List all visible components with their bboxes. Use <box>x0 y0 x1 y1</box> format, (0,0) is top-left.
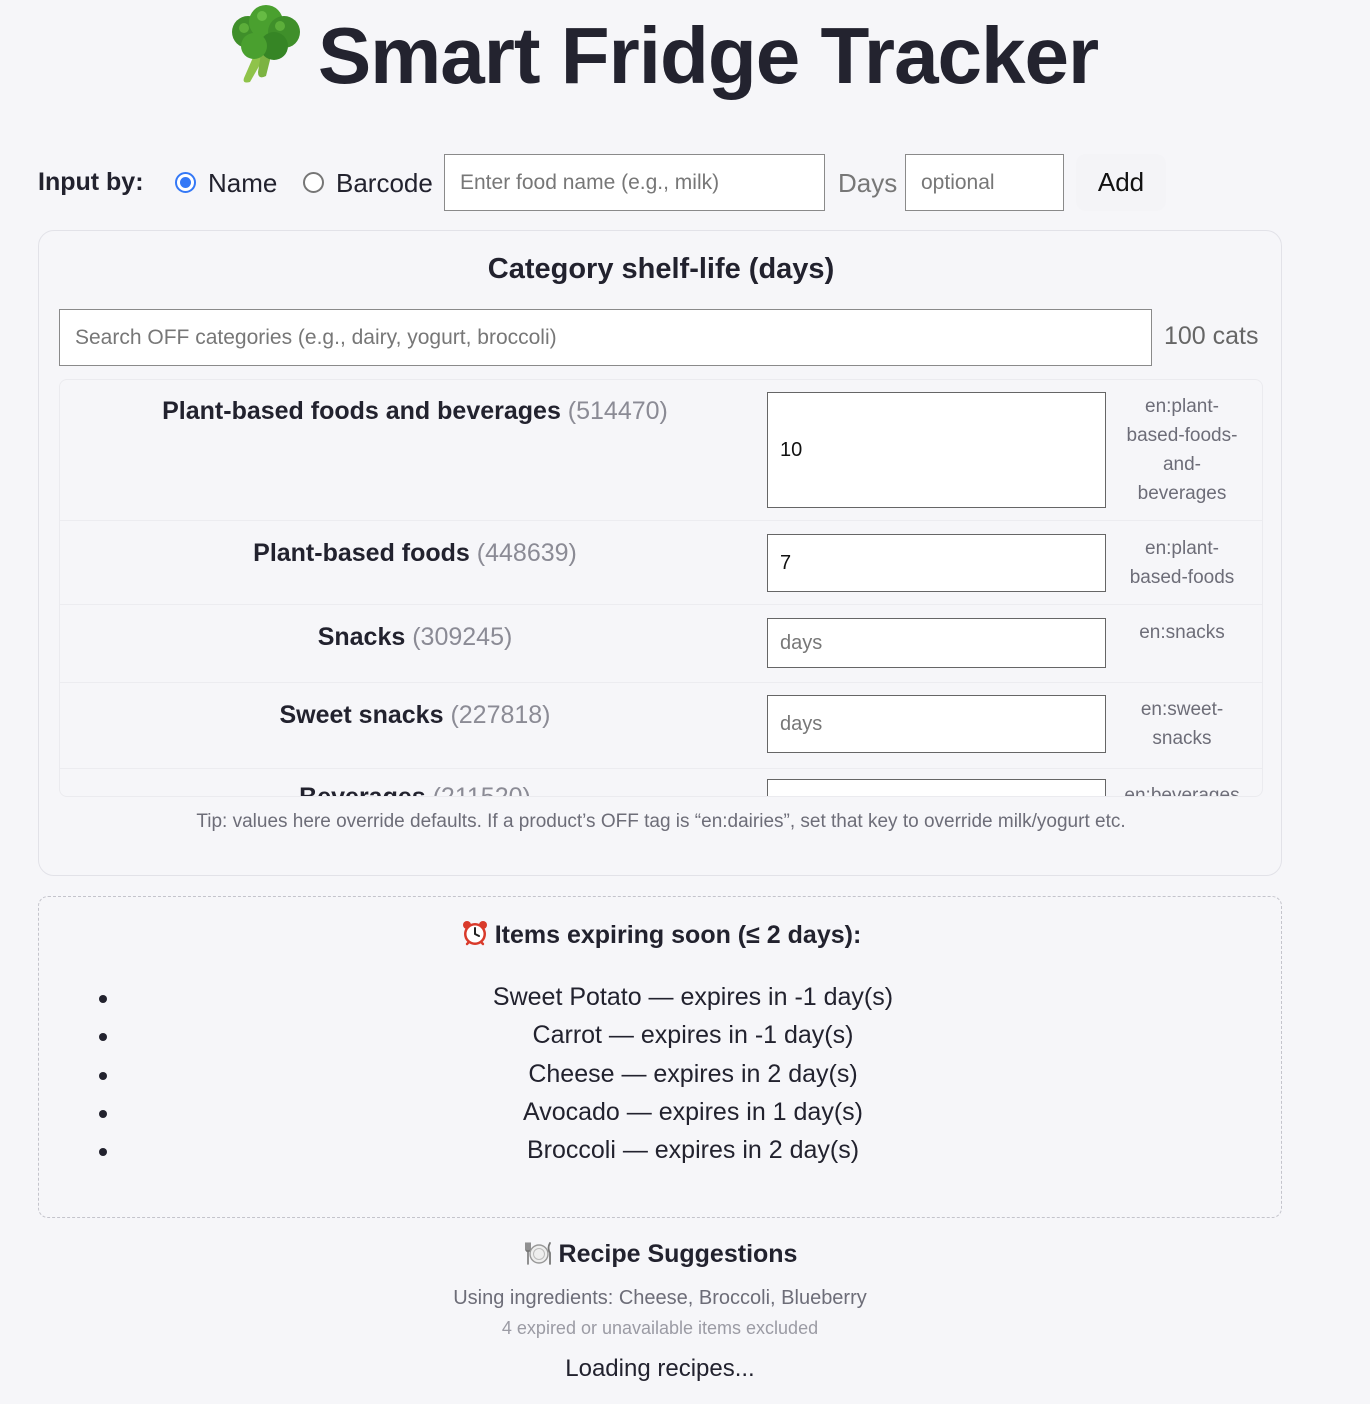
broccoli-icon <box>222 2 304 107</box>
category-row: Plant-based foods (448639) 7 en:plant- b… <box>60 521 1262 605</box>
category-tag-line: en:plant- <box>1145 396 1219 417</box>
recipe-loading-status: Loading recipes... <box>565 1355 755 1382</box>
bullet <box>99 1148 107 1157</box>
bullet <box>99 1033 107 1042</box>
recipe-suggestions-section: Recipe Suggestions Using ingredients: Ch… <box>0 1240 1320 1383</box>
category-name: Sweet snacks (227818) <box>60 701 770 730</box>
name-radio-label[interactable]: Name <box>208 168 277 199</box>
category-count: 100 cats <box>1164 322 1259 350</box>
category-name: Plant-based foods and beverages (514470) <box>60 397 770 426</box>
category-name-text: Sweet snacks <box>279 701 444 729</box>
category-days-input[interactable]: 7 <box>767 534 1106 592</box>
category-shelf-life-panel: Category shelf-life (days) Search OFF ca… <box>38 230 1282 876</box>
category-tag-line: beverages <box>1137 483 1227 504</box>
expiring-heading: Items expiring soon (≤ 2 days): <box>39 919 1283 954</box>
category-product-count: (309245) <box>412 623 513 651</box>
list-item: Broccoli — expires in 2 day(s) <box>39 1136 1283 1174</box>
barcode-radio-label[interactable]: Barcode <box>336 168 433 199</box>
plate-cutlery-icon <box>523 1240 553 1273</box>
list-item-text: Cheese — expires in 2 day(s) <box>528 1059 858 1088</box>
category-tag-line: and- <box>1162 454 1202 475</box>
expiring-heading-text: Items expiring soon (≤ 2 days): <box>494 921 862 949</box>
category-tag-line: en:plant- <box>1145 538 1219 559</box>
list-item: Sweet Potato — expires in -1 day(s) <box>39 983 1283 1021</box>
list-item: Avocado — expires in 1 day(s) <box>39 1098 1283 1136</box>
app-title: Smart Fridge Tracker <box>0 5 1320 107</box>
category-row: Sweet snacks (227818) days en:sweet- sna… <box>60 683 1262 769</box>
category-product-count: (448639) <box>476 539 577 567</box>
category-days-input[interactable]: 10 <box>767 392 1106 508</box>
category-list[interactable]: Plant-based foods and beverages (514470)… <box>59 379 1263 797</box>
category-tag: en:beverages <box>1112 781 1252 797</box>
food-name-input[interactable]: Enter food name (e.g., milk) <box>444 154 825 211</box>
app-title-text: Smart Fridge Tracker <box>317 11 1099 100</box>
category-name-text: Plant-based foods <box>253 539 470 567</box>
category-tag-line: en:sweet- <box>1140 699 1224 720</box>
category-heading: Category shelf-life (days) <box>487 253 835 285</box>
category-row: Snacks (309245) days en:snacks <box>60 605 1262 683</box>
category-tag: en:sweet- snacks <box>1112 695 1252 753</box>
barcode-radio[interactable] <box>303 172 324 193</box>
list-item: Cheese — expires in 2 day(s) <box>39 1060 1283 1098</box>
recipe-excluded-note: 4 expired or unavailable items excluded <box>501 1318 819 1338</box>
category-tag-line: en:snacks <box>1139 622 1225 643</box>
category-tag: en:plant- based-foods- and- beverages <box>1112 392 1252 508</box>
category-name: Plant-based foods (448639) <box>60 539 770 568</box>
bullet <box>99 1109 107 1118</box>
category-search-input[interactable]: Search OFF categories (e.g., dairy, yogu… <box>59 309 1152 366</box>
input-by-label: Input by: <box>38 168 144 196</box>
bullet <box>99 1071 107 1080</box>
category-tag-line: en:beverages <box>1124 785 1240 797</box>
category-product-count: (227818) <box>450 701 551 729</box>
list-item: Carrot — expires in -1 day(s) <box>39 1021 1283 1059</box>
category-tag: en:plant- based-foods <box>1112 534 1252 592</box>
category-tag-line: snacks <box>1152 728 1212 749</box>
recipe-heading-text: Recipe Suggestions <box>558 1240 798 1268</box>
alarm-clock-icon <box>461 919 489 954</box>
category-tip: Tip: values here override defaults. If a… <box>196 811 1126 832</box>
category-row: Plant-based foods and beverages (514470)… <box>60 380 1262 521</box>
add-button[interactable]: Add <box>1076 154 1166 211</box>
recipe-ingredients: Using ingredients: Cheese, Broccoli, Blu… <box>453 1287 867 1309</box>
category-row: Beverages (211520) en:beverages <box>60 769 1262 797</box>
category-name-text: Snacks <box>317 623 406 651</box>
bullet <box>99 995 107 1003</box>
category-name-text: Plant-based foods and beverages <box>162 397 561 425</box>
list-item-text: Avocado — expires in 1 day(s) <box>523 1097 863 1126</box>
input-row: Input by: Name Barcode Enter food name (… <box>38 154 1178 211</box>
name-radio[interactable] <box>175 172 196 193</box>
category-name-text: Beverages <box>299 783 426 797</box>
category-name: Snacks (309245) <box>60 623 770 652</box>
category-name: Beverages (211520) <box>60 783 770 797</box>
list-item-text: Sweet Potato — expires in -1 day(s) <box>492 983 894 1011</box>
category-tag-line: based-foods- <box>1126 425 1238 446</box>
recipe-heading: Recipe Suggestions <box>0 1240 1320 1273</box>
list-item-text: Carrot — expires in -1 day(s) <box>532 1021 854 1050</box>
category-tag-line: based-foods <box>1129 567 1235 588</box>
list-item-text: Broccoli — expires in 2 day(s) <box>526 1136 860 1165</box>
expiring-soon-panel: Items expiring soon (≤ 2 days): Sweet Po… <box>38 896 1282 1218</box>
expiring-list: Sweet Potato — expires in -1 day(s) Carr… <box>39 983 1283 1174</box>
category-tag: en:snacks <box>1112 618 1252 647</box>
category-days-input[interactable]: days <box>767 618 1106 668</box>
days-label: Days <box>838 168 898 198</box>
category-product-count: (211520) <box>432 783 531 797</box>
days-input[interactable]: optional <box>905 154 1064 211</box>
category-days-input[interactable]: days <box>767 695 1106 753</box>
category-days-input[interactable] <box>767 779 1106 796</box>
category-product-count: (514470) <box>567 397 668 425</box>
